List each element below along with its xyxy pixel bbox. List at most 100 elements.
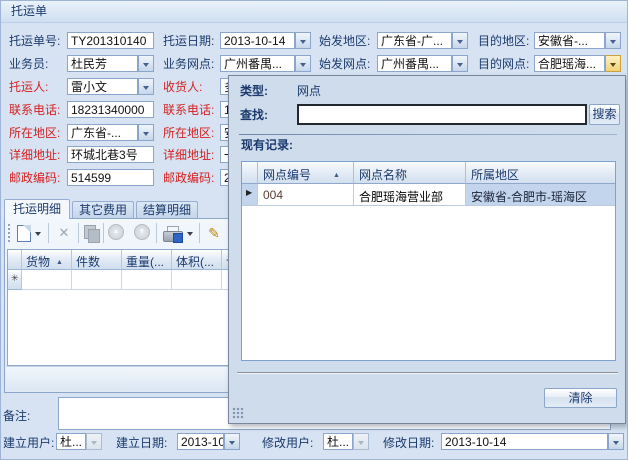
cell-branch-region[interactable]: 安徽省-合肥市-瑶海区 <box>466 184 616 206</box>
origin-region-input[interactable]: 广东省-广... <box>377 32 452 49</box>
order-date-label: 托运日期: <box>163 34 214 48</box>
lookup-results-grid: 网点编号▲ 网点名称 所属地区 ▶ 004 合肥瑶海营业部 安徽省-合肥市-瑶海… <box>241 161 616 361</box>
col-header-branch-region[interactable]: 所属地区 <box>466 162 616 184</box>
col-header-branch-name[interactable]: 网点名称 <box>354 162 466 184</box>
lookup-find-label: 查找: <box>240 108 268 122</box>
row-pointer-icon: ▶ <box>242 184 258 206</box>
divider <box>237 372 618 374</box>
move-up-icon[interactable]: ▲ <box>108 224 124 240</box>
shipper-address-label: 详细地址: <box>9 148 60 162</box>
origin-branch-label: 始发网点: <box>319 57 370 71</box>
created-by-input[interactable]: 杜... <box>56 433 86 450</box>
shipper-phone-input[interactable]: 18231340000 <box>67 101 154 118</box>
shipper-region-label: 所在地区: <box>9 126 60 140</box>
origin-branch-input[interactable]: 广州番禺... <box>377 55 452 72</box>
sort-asc-icon: ▲ <box>333 172 340 179</box>
divider <box>239 134 617 135</box>
consignee-label: 收货人: <box>163 80 202 94</box>
toolbar-grip-handle[interactable] <box>8 224 12 242</box>
shipper-region-input[interactable]: 广东省-... <box>67 124 138 141</box>
consignee-postal-label: 邮政编码: <box>163 171 214 185</box>
consignee-region-label: 所在地区: <box>163 126 214 140</box>
dest-region-dropdown-icon[interactable] <box>605 32 621 49</box>
col-header-branch-code[interactable]: 网点编号▲ <box>258 162 354 184</box>
new-row-cell[interactable] <box>172 270 222 290</box>
created-by-label: 建立用户: <box>3 436 54 450</box>
lookup-search-input[interactable] <box>297 104 587 125</box>
sort-asc-icon: ▲ <box>56 259 63 266</box>
new-row-cell[interactable] <box>22 270 72 290</box>
memo-label: 备注: <box>3 409 30 423</box>
modified-by-label: 修改用户: <box>262 436 313 450</box>
shipper-address-input[interactable]: 环城北巷3号 <box>67 146 154 163</box>
shipper-dropdown-icon[interactable] <box>138 78 154 95</box>
save-icon <box>173 233 183 243</box>
modified-date-label: 修改日期: <box>383 436 434 450</box>
tab-other-fees[interactable]: 其它费用 <box>72 201 134 219</box>
col-header-volume[interactable]: 体积(... <box>172 250 222 270</box>
order-no-label: 托运单号: <box>9 34 60 48</box>
salesman-label: 业务员: <box>9 57 48 71</box>
new-row-icon[interactable] <box>17 225 31 242</box>
move-down-icon[interactable]: ▼ <box>134 224 150 240</box>
shipper-region-dropdown-icon[interactable] <box>138 124 154 141</box>
consignee-phone-label: 联系电话: <box>163 103 214 117</box>
tab-settlement-detail[interactable]: 结算明细 <box>136 201 198 219</box>
new-row-dropdown-icon[interactable] <box>35 232 41 239</box>
shipper-phone-label: 联系电话: <box>9 103 60 117</box>
grid-corner-cell <box>8 250 22 270</box>
lookup-type-label: 类型: <box>240 84 268 98</box>
dest-branch-input[interactable]: 合肥瑶海... <box>534 55 605 72</box>
created-date-input[interactable]: 2013-10-14 <box>177 433 224 450</box>
popup-resize-grip[interactable] <box>232 407 244 419</box>
shipper-postal-input[interactable]: 514599 <box>67 169 154 186</box>
created-by-dropdown-icon <box>86 433 102 450</box>
grid-corner-cell <box>242 162 258 184</box>
order-date-input[interactable]: 2013-10-14 <box>220 32 295 49</box>
business-branch-label: 业务网点: <box>163 57 214 71</box>
origin-region-label: 始发地区: <box>319 34 370 48</box>
consignee-address-label: 详细地址: <box>163 148 214 162</box>
branch-lookup-popup: 类型: 网点 查找: 搜索 现有记录: 网点编号▲ 网点名称 所属地区 ▶ 00… <box>228 75 626 424</box>
new-row-cell[interactable] <box>72 270 122 290</box>
modified-by-dropdown-icon <box>353 433 369 450</box>
shipper-label: 托运人: <box>9 80 48 94</box>
created-date-label: 建立日期: <box>116 436 167 450</box>
col-header-qty[interactable]: 件数 <box>72 250 122 270</box>
modified-by-input[interactable]: 杜... <box>323 433 353 450</box>
cell-branch-code[interactable]: 004 <box>258 184 354 206</box>
tab-shipping-detail[interactable]: 托运明细 <box>4 199 70 219</box>
dest-branch-label: 目的网点: <box>478 57 529 71</box>
salesman-dropdown-icon[interactable] <box>138 55 154 72</box>
shipper-input[interactable]: 雷小文 <box>67 78 138 95</box>
cell-branch-name[interactable]: 合肥瑶海营业部 <box>354 184 466 206</box>
dest-branch-dropdown-icon-active[interactable] <box>605 55 621 72</box>
consignment-order-window: 托运单 托运单号: TY201310140 托运日期: 2013-10-14 始… <box>0 0 628 460</box>
edit-icon[interactable]: ✎ <box>204 223 224 243</box>
created-date-dropdown-icon[interactable] <box>224 433 240 450</box>
modified-date-input[interactable]: 2013-10-14 <box>441 433 608 450</box>
modified-date-dropdown-icon[interactable] <box>608 433 624 450</box>
shipper-postal-label: 邮政编码: <box>9 171 60 185</box>
print-dropdown-icon[interactable] <box>187 232 193 239</box>
business-branch-input[interactable]: 广州番禺... <box>220 55 295 72</box>
origin-branch-dropdown-icon[interactable] <box>452 55 468 72</box>
existing-records-label: 现有记录: <box>241 138 293 152</box>
window-title: 托运单 <box>1 1 627 23</box>
order-date-dropdown-icon[interactable] <box>295 32 311 49</box>
col-header-goods[interactable]: 货物▲ <box>22 250 72 270</box>
copy-icon-back <box>88 229 100 243</box>
lookup-type-value: 网点 <box>297 84 321 98</box>
salesman-input[interactable]: 杜民芳 <box>67 55 138 72</box>
search-button[interactable]: 搜索 <box>589 104 620 125</box>
dest-region-label: 目的地区: <box>478 34 529 48</box>
new-row-marker[interactable]: ✳ <box>8 270 22 290</box>
origin-region-dropdown-icon[interactable] <box>452 32 468 49</box>
new-row-cell[interactable] <box>122 270 172 290</box>
clear-button[interactable]: 清除 <box>544 388 617 408</box>
col-header-weight[interactable]: 重量(... <box>122 250 172 270</box>
order-no-input[interactable]: TY201310140 <box>67 32 154 49</box>
dest-region-input[interactable]: 安徽省-... <box>534 32 605 49</box>
delete-row-icon[interactable]: ✕ <box>54 223 74 243</box>
business-branch-dropdown-icon[interactable] <box>295 55 311 72</box>
